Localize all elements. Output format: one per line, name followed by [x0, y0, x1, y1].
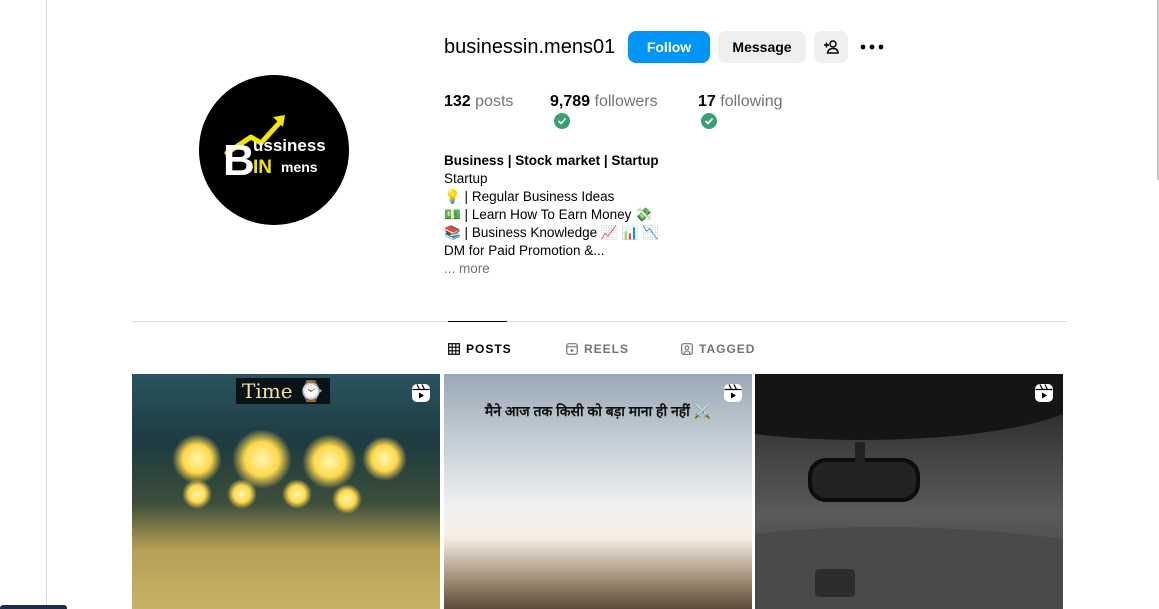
avatar-logo: B ussiness IN mens — [199, 75, 349, 225]
more-options-button[interactable] — [858, 36, 886, 58]
bio-more-link[interactable]: ... more — [444, 260, 764, 278]
bio-line: 📚 | Business Knowledge 📈 📊 📉 — [444, 225, 659, 240]
bio-line: DM for Paid Promotion &... — [444, 243, 605, 258]
check-icon — [701, 113, 717, 129]
bio-line: 💵 | Learn How To Earn Money 💸 — [444, 207, 652, 222]
message-button[interactable]: Message — [718, 31, 806, 63]
active-tab-indicator — [448, 321, 507, 322]
post-thumbnail[interactable] — [755, 374, 1063, 609]
tab-tagged[interactable]: TAGGED — [681, 341, 755, 357]
tab-posts[interactable]: POSTS — [448, 341, 512, 357]
post-image-light — [282, 479, 312, 509]
post-image — [755, 374, 1063, 609]
post-thumbnail[interactable]: Time ⌚ — [132, 374, 440, 609]
tab-reels-label: REELS — [584, 342, 630, 356]
reel-icon — [724, 384, 742, 402]
add-user-icon — [824, 40, 839, 54]
avatar-text-mens: mens — [281, 159, 318, 175]
follow-button[interactable]: Follow — [628, 31, 710, 63]
tagged-icon — [681, 343, 693, 355]
post-caption: मैने आज तक किसी को बड़ा माना ही नहीं ⚔️ — [484, 403, 712, 419]
followers-count[interactable]: 9,789 followers — [550, 93, 658, 111]
post-image-light — [302, 434, 357, 489]
reels-icon — [566, 343, 578, 355]
profile-bio: Business | Stock market | Startup Startu… — [444, 152, 764, 278]
post-image-light — [362, 436, 407, 481]
following-count-label: following — [720, 93, 783, 110]
suggested-users-button[interactable] — [814, 31, 848, 63]
bottom-left-tab[interactable] — [0, 605, 67, 609]
avatar-text-in: IN — [253, 157, 272, 178]
post-image-light — [227, 479, 257, 509]
post-image-light — [172, 434, 222, 484]
profile-username: businessin.mens01 — [444, 36, 616, 58]
post-image-light — [332, 484, 362, 514]
tab-posts-label: POSTS — [466, 342, 512, 356]
following-count-value: 17 — [698, 93, 716, 110]
following-count[interactable]: 17 following — [698, 93, 783, 111]
followers-count-label: followers — [594, 93, 658, 110]
post-caption: Time ⌚ — [236, 378, 330, 404]
post-image-light — [182, 479, 212, 509]
bio-line: Startup — [444, 171, 488, 186]
posts-count-value: 132 — [444, 93, 471, 110]
avatar-letter-b: B — [223, 136, 255, 185]
more-options-icon — [860, 44, 884, 50]
bio-line: 💡 | Regular Business Ideas — [444, 189, 615, 204]
reel-icon — [412, 384, 430, 402]
bio-title: Business | Stock market | Startup — [444, 153, 659, 168]
check-icon — [554, 113, 570, 129]
grid-icon — [448, 343, 460, 355]
posts-count: 132 posts — [444, 93, 513, 111]
avatar-text-ussiness: ussiness — [253, 136, 326, 155]
followers-count-value: 9,789 — [550, 93, 591, 110]
profile-avatar[interactable]: B ussiness IN mens — [199, 75, 349, 225]
scrollbar[interactable] — [1151, 0, 1159, 609]
tab-reels[interactable]: REELS — [566, 341, 629, 357]
tab-tagged-label: TAGGED — [699, 342, 756, 356]
left-nav-border — [46, 0, 47, 609]
post-thumbnail[interactable]: मैने आज तक किसी को बड़ा माना ही नहीं ⚔️ — [444, 374, 752, 609]
reel-icon — [1035, 384, 1053, 402]
tabs-divider — [132, 321, 1067, 322]
posts-count-label: posts — [475, 93, 514, 110]
